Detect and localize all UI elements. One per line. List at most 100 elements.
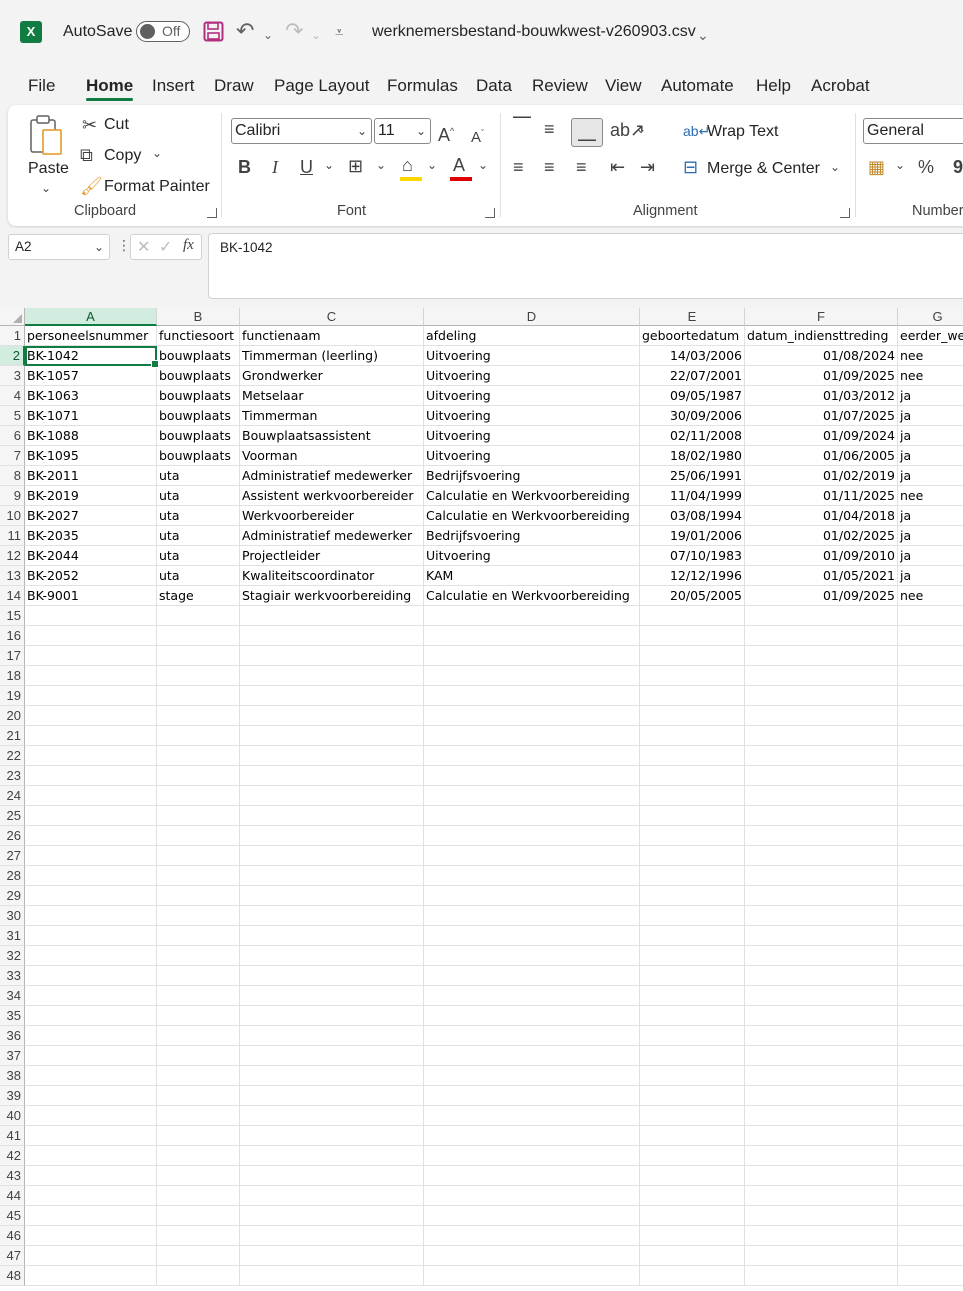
- format-painter-icon[interactable]: 🖌: [80, 176, 103, 196]
- data-cell[interactable]: Metselaar: [240, 386, 424, 406]
- align-right-icon[interactable]: ≡: [576, 157, 587, 177]
- row-header[interactable]: 27: [0, 846, 25, 866]
- empty-cell[interactable]: [25, 766, 157, 786]
- borders-icon[interactable]: ⊞: [348, 156, 363, 176]
- empty-cell[interactable]: [240, 606, 424, 626]
- empty-cell[interactable]: [157, 846, 240, 866]
- data-cell[interactable]: stage: [157, 586, 240, 606]
- empty-cell[interactable]: [424, 1046, 640, 1066]
- number-format-select[interactable]: General: [863, 118, 963, 144]
- empty-cell[interactable]: [240, 1006, 424, 1026]
- empty-cell[interactable]: [745, 886, 898, 906]
- empty-cell[interactable]: [424, 626, 640, 646]
- row-header[interactable]: 24: [0, 786, 25, 806]
- data-cell[interactable]: 25/06/1991: [640, 466, 745, 486]
- data-cell[interactable]: BK-1071: [25, 406, 157, 426]
- data-cell[interactable]: Bouwplaatsassistent: [240, 426, 424, 446]
- empty-cell[interactable]: [898, 766, 963, 786]
- autosave-toggle[interactable]: Off: [136, 21, 190, 42]
- data-cell[interactable]: uta: [157, 486, 240, 506]
- empty-cell[interactable]: [898, 906, 963, 926]
- empty-cell[interactable]: [157, 666, 240, 686]
- empty-cell[interactable]: [25, 786, 157, 806]
- data-cell[interactable]: bouwplaats: [157, 346, 240, 366]
- empty-cell[interactable]: [25, 946, 157, 966]
- font-color-dropdown-icon[interactable]: ⌄: [478, 155, 488, 175]
- row-header[interactable]: 43: [0, 1166, 25, 1186]
- empty-cell[interactable]: [240, 1166, 424, 1186]
- paste-dropdown-icon[interactable]: ⌄: [41, 178, 51, 198]
- empty-cell[interactable]: [745, 1146, 898, 1166]
- empty-cell[interactable]: [424, 766, 640, 786]
- data-cell[interactable]: 09/05/1987: [640, 386, 745, 406]
- empty-cell[interactable]: [157, 1086, 240, 1106]
- empty-cell[interactable]: [898, 1066, 963, 1086]
- empty-cell[interactable]: [240, 666, 424, 686]
- undo-icon[interactable]: ↶: [236, 18, 254, 44]
- empty-cell[interactable]: [157, 1066, 240, 1086]
- data-cell[interactable]: 01/04/2018: [745, 506, 898, 526]
- empty-cell[interactable]: [240, 786, 424, 806]
- empty-cell[interactable]: [640, 926, 745, 946]
- empty-cell[interactable]: [424, 646, 640, 666]
- empty-cell[interactable]: [25, 966, 157, 986]
- empty-cell[interactable]: [157, 966, 240, 986]
- data-cell[interactable]: BK-2044: [25, 546, 157, 566]
- empty-cell[interactable]: [240, 806, 424, 826]
- row-header[interactable]: 4: [0, 386, 25, 406]
- empty-cell[interactable]: [745, 986, 898, 1006]
- row-header[interactable]: 36: [0, 1026, 25, 1046]
- row-header[interactable]: 44: [0, 1186, 25, 1206]
- data-cell[interactable]: ja: [898, 386, 963, 406]
- empty-cell[interactable]: [25, 686, 157, 706]
- cut-icon[interactable]: ✂: [82, 115, 97, 135]
- empty-cell[interactable]: [25, 1226, 157, 1246]
- data-cell[interactable]: ja: [898, 566, 963, 586]
- file-name[interactable]: werknemersbestand-bouwkwest-v260903.csv: [372, 23, 696, 41]
- empty-cell[interactable]: [898, 1006, 963, 1026]
- row-header[interactable]: 18: [0, 666, 25, 686]
- empty-cell[interactable]: [240, 706, 424, 726]
- row-header[interactable]: 38: [0, 1066, 25, 1086]
- empty-cell[interactable]: [157, 1206, 240, 1226]
- empty-cell[interactable]: [745, 1226, 898, 1246]
- merge-center-icon[interactable]: ⊟: [683, 157, 698, 177]
- empty-cell[interactable]: [25, 1106, 157, 1126]
- data-cell[interactable]: bouwplaats: [157, 386, 240, 406]
- data-cell[interactable]: bouwplaats: [157, 426, 240, 446]
- empty-cell[interactable]: [240, 1266, 424, 1286]
- empty-cell[interactable]: [240, 926, 424, 946]
- row-header[interactable]: 11: [0, 526, 25, 546]
- empty-cell[interactable]: [25, 1086, 157, 1106]
- empty-cell[interactable]: [898, 926, 963, 946]
- empty-cell[interactable]: [640, 1146, 745, 1166]
- decrease-font-size-icon[interactable]: Aˇ: [471, 123, 484, 148]
- empty-cell[interactable]: [640, 646, 745, 666]
- empty-cell[interactable]: [898, 746, 963, 766]
- empty-cell[interactable]: [25, 866, 157, 886]
- empty-cell[interactable]: [424, 686, 640, 706]
- empty-cell[interactable]: [240, 966, 424, 986]
- empty-cell[interactable]: [640, 786, 745, 806]
- tab-review[interactable]: Review: [532, 76, 588, 96]
- empty-cell[interactable]: [25, 666, 157, 686]
- data-cell[interactable]: nee: [898, 486, 963, 506]
- empty-cell[interactable]: [424, 1186, 640, 1206]
- header-cell[interactable]: functienaam: [240, 326, 424, 346]
- empty-cell[interactable]: [25, 1006, 157, 1026]
- empty-cell[interactable]: [745, 906, 898, 926]
- fill-color-dropdown-icon[interactable]: ⌄: [427, 155, 437, 175]
- empty-cell[interactable]: [240, 1126, 424, 1146]
- align-center-icon[interactable]: ≡: [544, 157, 555, 177]
- data-cell[interactable]: Uitvoering: [424, 426, 640, 446]
- empty-cell[interactable]: [898, 1226, 963, 1246]
- empty-cell[interactable]: [745, 1106, 898, 1126]
- empty-cell[interactable]: [745, 1186, 898, 1206]
- empty-cell[interactable]: [640, 1126, 745, 1146]
- empty-cell[interactable]: [157, 1046, 240, 1066]
- row-header[interactable]: 16: [0, 626, 25, 646]
- empty-cell[interactable]: [898, 966, 963, 986]
- row-header[interactable]: 15: [0, 606, 25, 626]
- underline-icon[interactable]: U: [300, 157, 313, 177]
- decrease-indent-icon[interactable]: ⇤: [610, 157, 625, 177]
